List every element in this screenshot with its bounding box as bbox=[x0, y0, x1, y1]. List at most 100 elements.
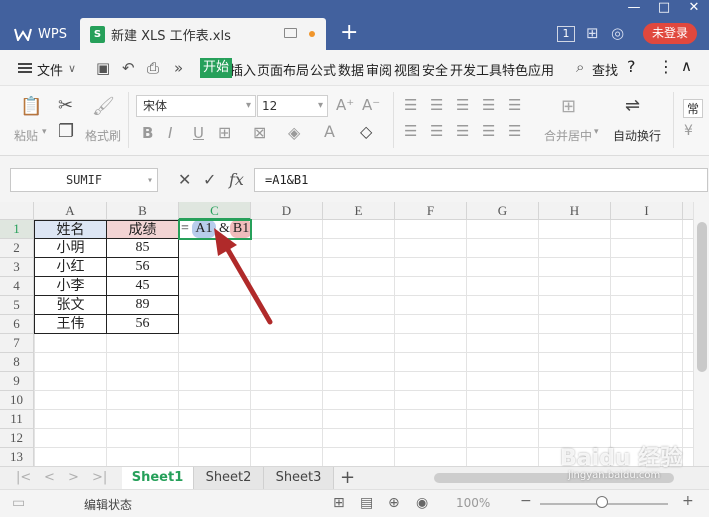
cell-a5[interactable]: 张文 bbox=[34, 296, 107, 315]
wrap-text-icon[interactable]: ⇌ bbox=[625, 95, 640, 116]
wrap-text-label[interactable]: 自动换行 bbox=[613, 127, 661, 144]
menu-security[interactable]: 安全 bbox=[422, 60, 448, 79]
align-left-icon[interactable]: ☰ bbox=[404, 122, 417, 140]
grow-font-icon[interactable]: A⁺ bbox=[336, 96, 354, 114]
sheet-tab-sheet3[interactable]: Sheet3 bbox=[264, 467, 334, 489]
vertical-scroll-thumb[interactable] bbox=[697, 222, 707, 372]
row-header-7[interactable]: 7 bbox=[0, 334, 34, 353]
cancel-formula-icon[interactable]: ✕ bbox=[178, 170, 191, 189]
font-size-select[interactable]: 12 ▾ bbox=[257, 95, 328, 117]
page-layout-view-icon[interactable]: ▤ bbox=[360, 495, 373, 511]
cell-b2[interactable]: 85 bbox=[107, 239, 179, 258]
zoom-slider-knob[interactable] bbox=[596, 496, 608, 508]
format-painter-icon[interactable]: 🖌 bbox=[92, 96, 115, 117]
menu-view[interactable]: 视图 bbox=[394, 60, 420, 79]
menu-page-layout[interactable]: 页面布局 bbox=[257, 60, 309, 79]
eye-protection-icon[interactable]: ◉ bbox=[416, 495, 428, 511]
cut-icon[interactable]: ✂ bbox=[58, 95, 73, 116]
indent-icon[interactable]: ☰ bbox=[482, 96, 495, 114]
normal-view-icon[interactable]: ⊞ bbox=[333, 495, 345, 511]
search-icon[interactable]: ⌕ bbox=[576, 58, 584, 76]
column-header-i[interactable]: I bbox=[611, 202, 683, 220]
close-window-button[interactable]: ✕ bbox=[679, 0, 709, 18]
row-header-1[interactable]: 1 bbox=[0, 220, 34, 239]
shrink-font-icon[interactable]: A⁻ bbox=[362, 96, 380, 114]
select-all-corner[interactable] bbox=[0, 202, 34, 220]
cell-b4[interactable]: 45 bbox=[107, 277, 179, 296]
merge-center-label[interactable]: 合并居中 bbox=[544, 127, 592, 144]
name-box-chevron-icon[interactable]: ▾ bbox=[147, 170, 153, 192]
align-top-icon[interactable]: ☰ bbox=[404, 96, 417, 114]
column-header-b[interactable]: B bbox=[107, 202, 179, 220]
row-header-2[interactable]: 2 bbox=[0, 239, 34, 258]
cell-a1[interactable]: 姓名 bbox=[34, 220, 107, 239]
cell-a2[interactable]: 小明 bbox=[34, 239, 107, 258]
menu-insert[interactable]: 插入 bbox=[230, 60, 256, 79]
skin-icon[interactable]: ⊞ bbox=[586, 24, 599, 42]
justify-icon[interactable]: ☰ bbox=[482, 122, 495, 140]
page-break-view-icon[interactable]: ⊕ bbox=[388, 495, 400, 511]
find-button[interactable]: 查找 bbox=[592, 60, 618, 79]
minimize-button[interactable]: — bbox=[619, 0, 649, 18]
underline-icon[interactable]: U bbox=[193, 124, 204, 142]
cell-b3[interactable]: 56 bbox=[107, 258, 179, 277]
paste-icon[interactable]: 📋 bbox=[20, 96, 42, 117]
print-icon[interactable]: ⎙ bbox=[147, 59, 159, 77]
prev-sheet-icon[interactable]: < bbox=[44, 470, 55, 485]
zoom-level[interactable]: 100% bbox=[456, 496, 490, 510]
save-icon[interactable]: ▣ bbox=[96, 59, 110, 77]
column-header-g[interactable]: G bbox=[467, 202, 539, 220]
paste-label[interactable]: 粘贴 bbox=[14, 127, 38, 144]
insert-function-icon[interactable]: fx bbox=[229, 170, 244, 189]
row-header-4[interactable]: 4 bbox=[0, 277, 34, 296]
add-sheet-button[interactable]: + bbox=[340, 467, 355, 488]
align-right-icon[interactable]: ☰ bbox=[456, 122, 469, 140]
align-bottom-icon[interactable]: ☰ bbox=[456, 96, 469, 114]
row-header-5[interactable]: 5 bbox=[0, 296, 34, 315]
maximize-button[interactable]: □ bbox=[649, 0, 679, 18]
cell-a6[interactable]: 王伟 bbox=[34, 315, 107, 334]
menu-data[interactable]: 数据 bbox=[338, 60, 364, 79]
paste-chevron-icon[interactable]: ▾ bbox=[42, 127, 47, 137]
font-name-select[interactable]: 宋体 ▾ bbox=[136, 95, 256, 117]
fill-color-icon[interactable]: ◈ bbox=[288, 123, 300, 142]
cell-a3[interactable]: 小红 bbox=[34, 258, 107, 277]
column-header-c[interactable]: C bbox=[179, 202, 251, 220]
merge-borders-icon[interactable]: ⊠ bbox=[253, 123, 266, 142]
row-header-11[interactable]: 11 bbox=[0, 410, 34, 429]
merge-center-icon[interactable]: ⊞ bbox=[561, 96, 576, 117]
formula-input[interactable]: =A1&B1 bbox=[254, 168, 708, 192]
more-quick-access-icon[interactable]: » bbox=[174, 59, 183, 77]
clear-format-icon[interactable]: ◇ bbox=[360, 122, 372, 141]
borders-icon[interactable]: ⊞ bbox=[218, 123, 231, 142]
italic-icon[interactable]: I bbox=[168, 124, 172, 142]
window-count-badge[interactable]: 1 bbox=[557, 26, 575, 42]
more-options-icon[interactable]: ⋮ bbox=[658, 57, 674, 76]
menu-special-apps[interactable]: 特色应用 bbox=[502, 60, 554, 79]
login-button[interactable]: 未登录 bbox=[643, 23, 697, 44]
row-header-13[interactable]: 13 bbox=[0, 448, 34, 466]
format-painter-label[interactable]: 格式刷 bbox=[85, 127, 121, 144]
next-sheet-icon[interactable]: > bbox=[68, 470, 79, 485]
row-header-6[interactable]: 6 bbox=[0, 315, 34, 334]
menu-home-active[interactable]: 开始 bbox=[200, 58, 233, 78]
zoom-in-button[interactable]: + bbox=[682, 493, 694, 509]
outdent-icon[interactable]: ☰ bbox=[508, 96, 521, 114]
cell-b5[interactable]: 89 bbox=[107, 296, 179, 315]
column-header-a[interactable]: A bbox=[34, 202, 107, 220]
column-header-h[interactable]: H bbox=[539, 202, 611, 220]
cell-b1[interactable]: 成绩 bbox=[107, 220, 179, 239]
name-box[interactable]: SUMIF ▾ bbox=[10, 168, 158, 192]
column-header-d[interactable]: D bbox=[251, 202, 323, 220]
sheet-tab-sheet1[interactable]: Sheet1 bbox=[122, 467, 194, 489]
merge-chevron-icon[interactable]: ▾ bbox=[594, 127, 599, 137]
row-header-3[interactable]: 3 bbox=[0, 258, 34, 277]
row-header-9[interactable]: 9 bbox=[0, 372, 34, 391]
column-header-e[interactable]: E bbox=[323, 202, 395, 220]
currency-icon[interactable]: ¥ bbox=[684, 123, 693, 139]
menu-developer[interactable]: 开发工具 bbox=[450, 60, 502, 79]
row-header-12[interactable]: 12 bbox=[0, 429, 34, 448]
help-icon[interactable]: ? bbox=[627, 57, 636, 76]
undo-icon[interactable]: ↶ bbox=[122, 59, 135, 77]
menu-formulas[interactable]: 公式 bbox=[310, 60, 336, 79]
